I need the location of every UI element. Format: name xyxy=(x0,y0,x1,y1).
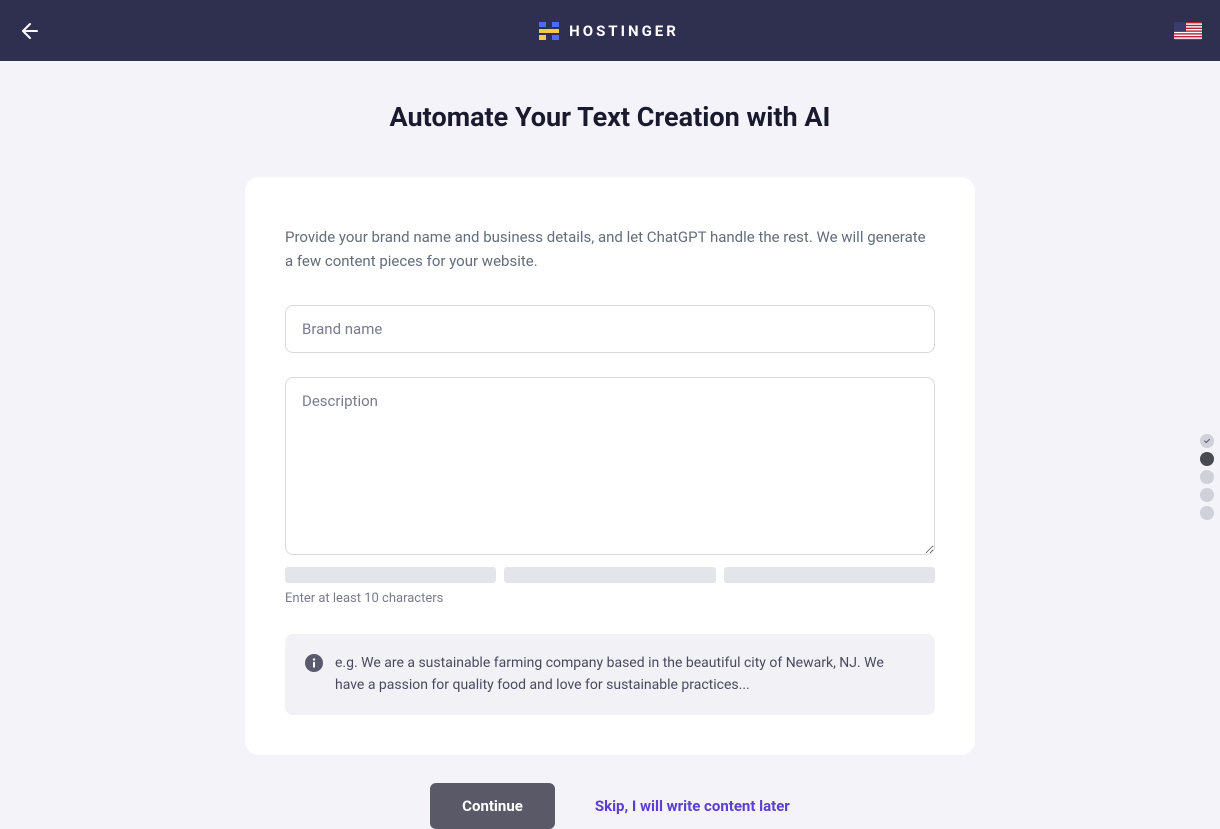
step-pending[interactable] xyxy=(1200,506,1214,520)
form-card: Provide your brand name and business det… xyxy=(245,177,975,755)
back-button[interactable] xyxy=(18,19,42,43)
language-selector[interactable] xyxy=(1174,22,1202,40)
continue-button[interactable]: Continue xyxy=(430,783,555,829)
action-row: Continue Skip, I will write content late… xyxy=(430,783,790,829)
step-pending[interactable] xyxy=(1200,470,1214,484)
strength-bar xyxy=(504,567,715,583)
hint-box: e.g. We are a sustainable farming compan… xyxy=(285,634,935,715)
main-content: Automate Your Text Creation with AI Prov… xyxy=(0,61,1220,829)
step-done[interactable] xyxy=(1200,434,1214,448)
hostinger-logo-icon xyxy=(537,19,561,43)
brand-name-input[interactable] xyxy=(285,305,935,353)
progress-stepper xyxy=(1200,434,1214,520)
arrow-left-icon xyxy=(18,19,42,43)
strength-bars xyxy=(285,567,935,583)
info-icon xyxy=(305,654,323,672)
step-pending[interactable] xyxy=(1200,488,1214,502)
brand-logo: HOSTINGER xyxy=(537,19,679,43)
strength-bar xyxy=(285,567,496,583)
check-icon xyxy=(1203,437,1211,445)
page-title: Automate Your Text Creation with AI xyxy=(390,101,831,133)
helper-text: Enter at least 10 characters xyxy=(285,591,935,606)
description-input[interactable] xyxy=(285,377,935,555)
app-header: HOSTINGER xyxy=(0,0,1220,61)
hint-text: e.g. We are a sustainable farming compan… xyxy=(335,652,915,697)
intro-text: Provide your brand name and business det… xyxy=(285,225,935,273)
step-active[interactable] xyxy=(1200,452,1214,466)
skip-link[interactable]: Skip, I will write content later xyxy=(595,797,790,815)
brand-name: HOSTINGER xyxy=(569,22,679,40)
strength-bar xyxy=(724,567,935,583)
us-flag-icon xyxy=(1174,22,1202,40)
